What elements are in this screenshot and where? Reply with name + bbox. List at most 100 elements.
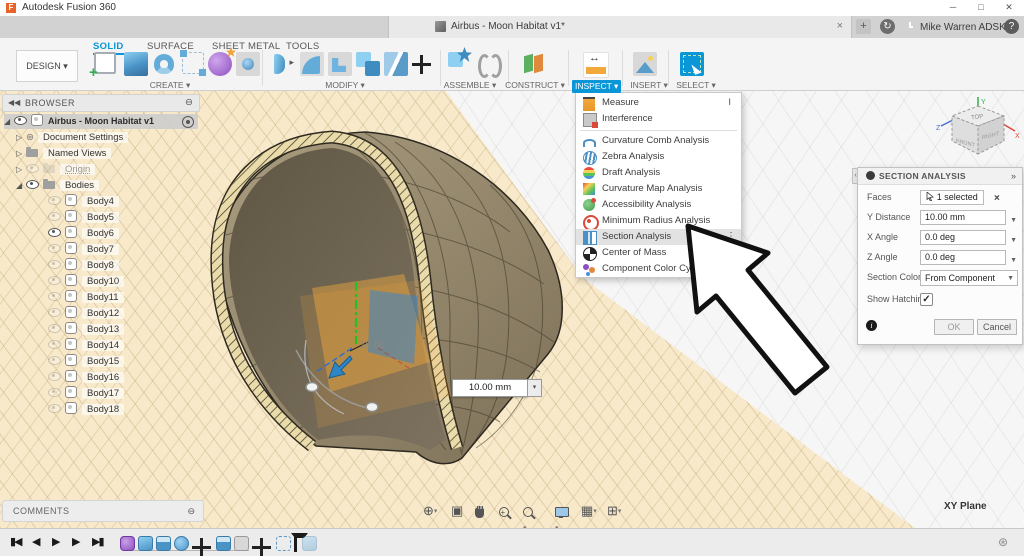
timeline-gear-icon[interactable]: ⊛ (998, 535, 1008, 549)
fillet-icon[interactable] (300, 52, 324, 76)
press-pull-icon[interactable] (270, 52, 294, 76)
construct-plane-icon[interactable] (522, 52, 546, 76)
browser-root-row[interactable]: ◢ Airbus - Moon Habitat v1 (4, 114, 198, 129)
comments-panel[interactable]: COMMENTS ⊖ (2, 500, 204, 522)
browser-body-row[interactable]: Body12 (48, 306, 125, 321)
timeline-feature[interactable] (138, 536, 153, 551)
browser-item-named-views[interactable]: ▷ Named Views (16, 146, 112, 161)
eye-icon[interactable] (26, 180, 39, 189)
browser-body-row[interactable]: Body4 (48, 194, 119, 209)
browser-item-origin[interactable]: ▷ Origin (16, 162, 96, 177)
distance-spinner[interactable]: ▾ (527, 379, 542, 397)
timeline-position-marker[interactable] (291, 533, 308, 552)
browser-body-row[interactable]: Body7 (48, 242, 119, 257)
selected-section-face[interactable] (368, 290, 418, 364)
eye-icon[interactable] (48, 340, 61, 349)
menu-item-center-of-mass[interactable]: Center of Mass (576, 245, 741, 261)
joint-icon[interactable] (478, 52, 502, 78)
browser-body-row[interactable]: Body16 (48, 370, 125, 385)
eye-icon[interactable] (48, 324, 61, 333)
job-status-icon[interactable]: ↻ (880, 19, 895, 34)
eye-icon[interactable] (48, 276, 61, 285)
timeline-go-end-button[interactable]: ▶▮ (92, 535, 104, 548)
timeline-feature-selection[interactable] (276, 536, 291, 551)
ok-button[interactable]: OK (934, 319, 974, 335)
timeline-step-back-button[interactable]: ◀ (32, 535, 41, 548)
group-create[interactable]: CREATE ▾ (140, 80, 200, 91)
menu-item-interference[interactable]: Interference (576, 111, 741, 128)
menu-item-measure[interactable]: Measure I (576, 95, 741, 111)
tab-close-icon[interactable]: × (837, 20, 843, 32)
menu-item-minimum-radius[interactable]: Minimum Radius Analysis (576, 213, 741, 231)
menu-item-curvature-map[interactable]: Curvature Map Analysis (576, 181, 741, 197)
clear-selection-icon[interactable]: × (994, 191, 1000, 206)
dropdown-arrow-icon[interactable]: ▼ (1010, 213, 1017, 228)
section-distance-input[interactable]: 10.00 mm (452, 379, 528, 397)
browser-body-row[interactable]: Body13 (48, 322, 125, 337)
browser-filter-icon[interactable]: ⊖ (185, 95, 193, 111)
eye-icon[interactable] (14, 116, 27, 125)
sketch-dimension-icon[interactable] (180, 50, 206, 76)
eye-icon[interactable] (48, 260, 61, 269)
timeline-feature-canvas[interactable] (234, 536, 249, 551)
y-distance-input[interactable]: 10.00 mm (920, 210, 1006, 225)
more-options-icon[interactable]: ⋮ (726, 229, 736, 245)
revolve-icon[interactable] (152, 52, 176, 76)
eye-icon[interactable] (26, 164, 39, 173)
cancel-button[interactable]: Cancel (977, 319, 1017, 335)
pan-icon[interactable] (475, 506, 484, 522)
section-color-select[interactable]: From Component ▼ (920, 270, 1018, 286)
info-icon[interactable]: i (866, 320, 877, 331)
timeline-feature[interactable] (156, 536, 171, 551)
view-cube[interactable]: Y Z X TOP FRONT RIGHT (935, 96, 1021, 168)
eye-icon[interactable] (48, 372, 61, 381)
new-component-icon[interactable] (448, 52, 472, 76)
eye-icon[interactable] (48, 356, 61, 365)
browser-header[interactable]: ◀◀ BROWSER ⊖ (2, 94, 200, 112)
show-hatching-checkbox[interactable]: ✓ (920, 293, 933, 306)
group-inspect[interactable]: INSPECT ▾ (572, 80, 622, 93)
move-copy-icon[interactable] (412, 55, 431, 74)
browser-body-row[interactable]: Body15 (48, 354, 125, 369)
browser-item-bodies[interactable]: ◢ Bodies (16, 178, 100, 193)
timeline-feature-suppressed[interactable] (302, 536, 317, 551)
group-construct[interactable]: CONSTRUCT ▾ (503, 80, 567, 91)
viewports-icon[interactable]: ⊞▾ (607, 503, 621, 520)
hole-icon[interactable] (236, 52, 260, 76)
rotate-handle[interactable] (305, 381, 319, 393)
extrude-icon[interactable] (124, 52, 148, 76)
menu-item-color-cycling[interactable]: Component Color Cycling Toggle Shift+ (576, 261, 741, 277)
menu-item-accessibility[interactable]: Accessibility Analysis (576, 197, 741, 213)
split-body-icon[interactable] (384, 52, 408, 76)
eye-icon[interactable] (48, 196, 61, 205)
timeline-step-forward-button[interactable]: ▶ (72, 535, 81, 548)
browser-body-row[interactable]: Body5 (48, 210, 119, 225)
eye-icon[interactable] (48, 388, 61, 397)
minimize-button[interactable]: ─ (942, 1, 964, 14)
help-icon[interactable]: ? (1004, 19, 1019, 34)
maximize-button[interactable]: □ (970, 1, 992, 14)
browser-body-row[interactable]: Body10 (48, 274, 125, 289)
group-select[interactable]: SELECT ▾ (672, 80, 720, 91)
z-angle-input[interactable]: 0.0 deg (920, 250, 1006, 265)
eye-icon[interactable] (48, 244, 61, 253)
browser-body-row[interactable]: Body6 (48, 226, 119, 241)
menu-item-section-analysis[interactable]: Section Analysis ⋮ (576, 229, 741, 245)
eye-icon[interactable] (48, 292, 61, 301)
dialog-dock-icon[interactable]: » (1011, 168, 1016, 184)
dialog-header[interactable]: SECTION ANALYSIS» (858, 168, 1022, 185)
x-angle-input[interactable]: 0.0 deg (920, 230, 1006, 245)
browser-body-row[interactable]: Body18 (48, 402, 125, 417)
document-tab[interactable]: Airbus - Moon Habitat v1* × (388, 16, 852, 38)
timeline-feature-move[interactable] (192, 538, 211, 556)
tab-sheet-metal[interactable]: SHEET METAL (212, 41, 280, 52)
create-form-icon[interactable] (208, 52, 232, 76)
group-modify[interactable]: MODIFY ▾ (315, 80, 375, 91)
shell-icon[interactable] (328, 52, 352, 76)
activate-radio[interactable] (182, 116, 194, 128)
combine-icon[interactable] (356, 52, 380, 76)
inspect-measure-icon[interactable] (583, 52, 609, 78)
eye-icon[interactable] (48, 404, 61, 413)
browser-body-row[interactable]: Body14 (48, 338, 125, 353)
browser-item-document-settings[interactable]: ▷ ⊛ Document Settings (16, 130, 129, 145)
